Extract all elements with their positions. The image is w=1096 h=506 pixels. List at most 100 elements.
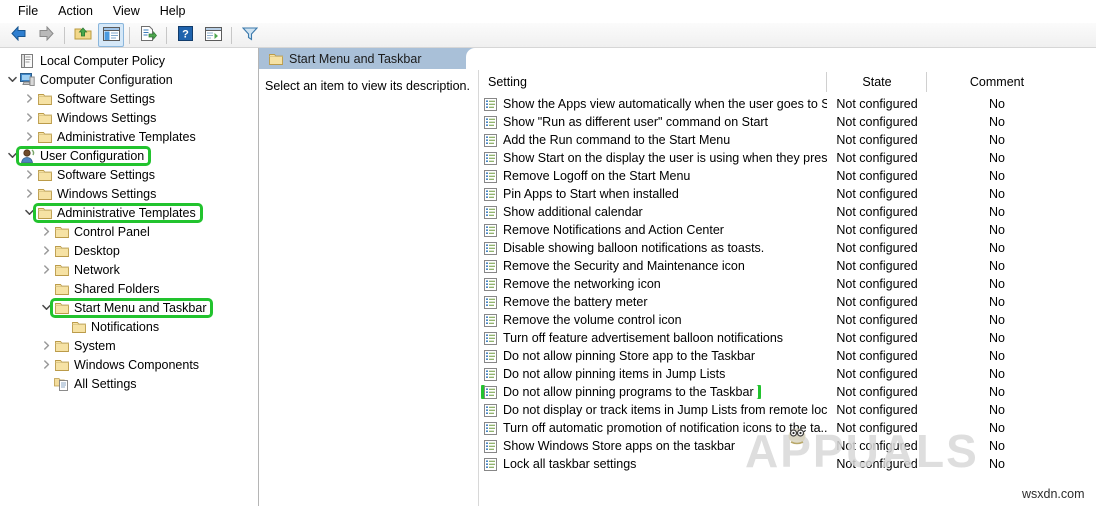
- chevron-down-icon[interactable]: [6, 70, 19, 89]
- export-list-button[interactable]: [135, 23, 161, 47]
- tree-node[interactable]: User Configuration: [0, 145, 258, 166]
- chevron-right-icon[interactable]: [40, 355, 53, 374]
- chevron-right-icon[interactable]: [23, 108, 36, 127]
- chevron-right-icon[interactable]: [23, 89, 36, 108]
- tree-node[interactable]: Start Menu and Taskbar: [0, 297, 258, 318]
- table-row[interactable]: Pin Apps to Start when installed Not conf…: [479, 185, 1096, 203]
- tree-node[interactable]: Software Settings: [0, 89, 258, 108]
- tree-node[interactable]: Administrative Templates: [0, 127, 258, 146]
- table-row[interactable]: Do not display or track items in Jump Li…: [479, 401, 1096, 419]
- menu-item-view[interactable]: View: [103, 2, 150, 20]
- table-row[interactable]: Turn off automatic promotion of notifica…: [479, 419, 1096, 437]
- tree-node-content[interactable]: Desktop: [53, 244, 124, 258]
- table-row[interactable]: Disable showing balloon notifications as…: [479, 239, 1096, 257]
- tree-node[interactable]: System: [0, 336, 258, 355]
- tree-node[interactable]: Shared Folders: [0, 279, 258, 298]
- tree-node[interactable]: Desktop: [0, 241, 258, 260]
- show-action-pane-button[interactable]: [200, 23, 226, 47]
- tree-node-content[interactable]: Control Panel: [53, 225, 154, 239]
- chevron-right-icon[interactable]: [23, 127, 36, 146]
- tree-node-content[interactable]: Software Settings: [36, 92, 159, 106]
- tree-node-content[interactable]: Windows Settings: [36, 187, 160, 201]
- tree-node[interactable]: Windows Components: [0, 355, 258, 374]
- up-one-level-button[interactable]: [70, 23, 96, 47]
- table-row[interactable]: Show additional calendar Not configured No: [479, 203, 1096, 221]
- table-row[interactable]: Do not allow pinning items in Jump Lists…: [479, 365, 1096, 383]
- folder-icon: [53, 245, 70, 257]
- tree-node-content[interactable]: Windows Components: [53, 358, 203, 372]
- tree-node[interactable]: Windows Settings: [0, 108, 258, 127]
- cell-setting: Lock all taskbar settings: [479, 457, 827, 471]
- table-row[interactable]: Turn off feature advertisement balloon n…: [479, 329, 1096, 347]
- tree-node[interactable]: All Settings: [0, 374, 258, 393]
- help-button[interactable]: ?: [172, 23, 198, 47]
- chevron-right-icon[interactable]: [40, 336, 53, 355]
- table-row[interactable]: Do not allow pinning programs to the Tas…: [479, 383, 1096, 401]
- tree-node[interactable]: Windows Settings: [0, 184, 258, 203]
- table-row[interactable]: Remove the volume control icon Not config…: [479, 311, 1096, 329]
- back-button[interactable]: [5, 23, 31, 47]
- forward-button[interactable]: [33, 23, 59, 47]
- settings-list[interactable]: Show the Apps view automatically when th…: [479, 95, 1096, 506]
- menu-item-help[interactable]: Help: [150, 2, 196, 20]
- setting-content: Do not allow pinning items in Jump Lists: [484, 367, 729, 381]
- tree-node[interactable]: Computer Configuration: [0, 70, 258, 89]
- table-row[interactable]: Do not allow pinning Store app to the Ta…: [479, 347, 1096, 365]
- tree-node-highlight[interactable]: User Configuration: [15, 145, 152, 166]
- tree-node-highlight[interactable]: Administrative Templates: [33, 202, 203, 223]
- table-row[interactable]: Show Windows Store apps on the taskbar No…: [479, 437, 1096, 455]
- tree-node-content[interactable]: Computer Configuration: [19, 73, 177, 87]
- chevron-right-icon[interactable]: [40, 241, 53, 260]
- show-hide-console-tree-button[interactable]: [98, 23, 124, 47]
- chevron-down-icon[interactable]: [6, 146, 19, 165]
- filter-button[interactable]: [237, 23, 263, 47]
- table-row[interactable]: Lock all taskbar settings Not configured N…: [479, 455, 1096, 473]
- tree-node-content[interactable]: Software Settings: [36, 168, 159, 182]
- tree-node[interactable]: Control Panel: [0, 222, 258, 241]
- tree-node-label: Software Settings: [57, 91, 155, 106]
- chevron-right-icon[interactable]: [23, 184, 36, 203]
- chevron-down-icon[interactable]: [23, 203, 36, 222]
- tree-node[interactable]: Local Computer Policy: [0, 51, 258, 70]
- column-header-state[interactable]: State: [827, 69, 927, 95]
- tree-node-content[interactable]: Shared Folders: [53, 282, 163, 296]
- chevron-down-icon[interactable]: [40, 298, 53, 317]
- tree-node-content[interactable]: Local Computer Policy: [19, 53, 169, 68]
- tree-node[interactable]: Network: [0, 260, 258, 279]
- console-tree-pane[interactable]: Local Computer Policy Computer Configurat…: [0, 48, 259, 506]
- chevron-right-icon[interactable]: [40, 260, 53, 279]
- menu-item-action[interactable]: Action: [48, 2, 103, 20]
- description-text: Select an item to view its description.: [265, 79, 470, 93]
- chevron-right-icon[interactable]: [40, 222, 53, 241]
- chevron-right-icon[interactable]: [23, 165, 36, 184]
- table-row[interactable]: Remove Logoff on the Start Menu Not confi…: [479, 167, 1096, 185]
- cell-state: Not configured: [836, 223, 918, 237]
- tree-node-highlight[interactable]: Start Menu and Taskbar: [49, 297, 214, 318]
- tree-node-label: Shared Folders: [74, 281, 160, 296]
- cell-state: Not configured: [836, 187, 918, 201]
- policy-setting-icon: [484, 439, 498, 453]
- tree-node-content[interactable]: Windows Settings: [36, 111, 160, 125]
- tree-node[interactable]: Software Settings: [0, 165, 258, 184]
- table-row[interactable]: Show "Run as different user" command on …: [479, 113, 1096, 131]
- tree-node-content[interactable]: Network: [53, 263, 124, 277]
- tree-node[interactable]: Administrative Templates: [0, 202, 258, 223]
- column-header-setting[interactable]: Setting: [479, 69, 827, 95]
- table-row[interactable]: Show Start on the display the user is us…: [479, 149, 1096, 167]
- tree-node-content[interactable]: All Settings: [53, 377, 141, 391]
- table-row[interactable]: Remove the Security and Maintenance icon…: [479, 257, 1096, 275]
- column-header-comment[interactable]: Comment: [927, 69, 1067, 95]
- tree-node-content[interactable]: System: [53, 339, 120, 353]
- menu-item-file[interactable]: File: [8, 2, 48, 20]
- table-row[interactable]: Add the Run command to the Start Menu Not…: [479, 131, 1096, 149]
- table-row[interactable]: Remove the battery meter Not configured No: [479, 293, 1096, 311]
- tree-node[interactable]: Notifications: [0, 317, 258, 336]
- folder-icon: [36, 207, 53, 219]
- table-row[interactable]: Remove Notifications and Action Center No…: [479, 221, 1096, 239]
- table-row[interactable]: Show the Apps view automatically when th…: [479, 95, 1096, 113]
- tree-node-content[interactable]: Notifications: [70, 320, 163, 334]
- table-row[interactable]: Remove the networking icon Not configured…: [479, 275, 1096, 293]
- tree-node-content[interactable]: Administrative Templates: [36, 130, 200, 144]
